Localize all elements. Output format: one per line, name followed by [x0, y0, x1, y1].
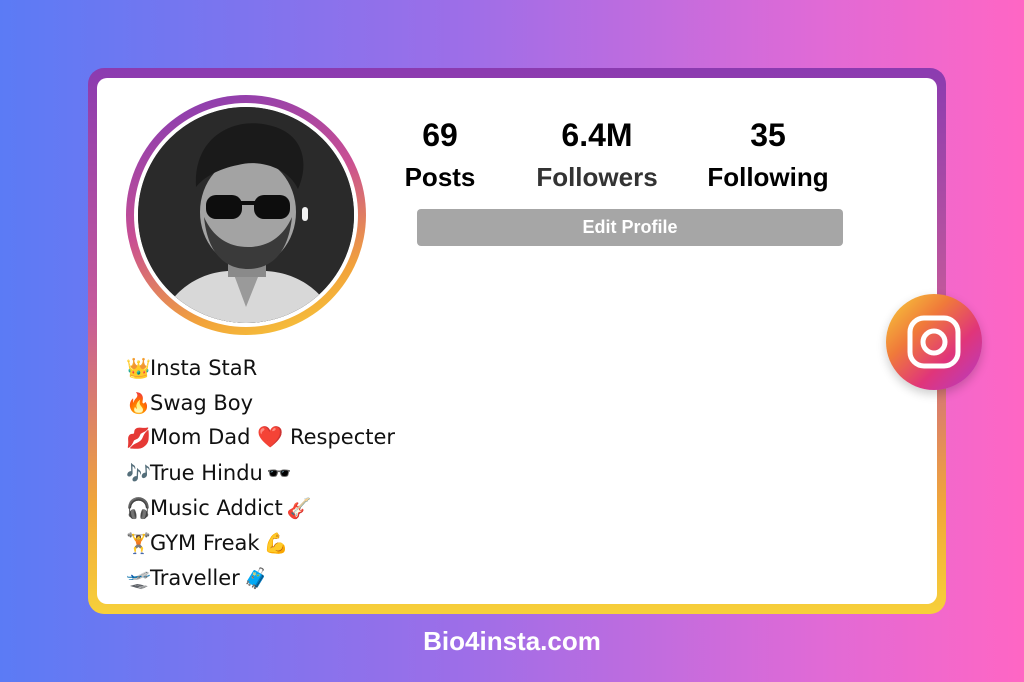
- following-stat[interactable]: 35 Following: [696, 117, 840, 193]
- guitar-icon: 🎸: [286, 495, 312, 520]
- airplane-icon: 🛫: [126, 565, 151, 590]
- lips-icon: 💋: [126, 425, 151, 450]
- site-footer: Bio4insta.com: [423, 626, 601, 656]
- followers-count: 6.4M: [561, 117, 633, 153]
- flexed-biceps-icon: 💪: [263, 530, 289, 555]
- bio-line: 👑 Insta StaR: [126, 350, 395, 385]
- avatar: [138, 107, 354, 323]
- weightlifter-icon: 🏋️: [126, 530, 151, 555]
- bio-line: 💋 Mom Dad ❤️ Respecter: [126, 420, 395, 455]
- luggage-icon: 🧳: [243, 565, 269, 590]
- music-notes-icon: 🎶: [126, 460, 151, 485]
- bio-text: GYM Freak: [150, 530, 260, 555]
- fire-icon: 🔥: [126, 390, 151, 415]
- instagram-icon: [907, 315, 961, 369]
- bio-text: True Hindu: [150, 460, 263, 485]
- avatar-story-ring[interactable]: [126, 95, 366, 335]
- followers-label: Followers: [536, 162, 658, 192]
- crown-icon: 👑: [126, 355, 151, 380]
- posts-stat[interactable]: 69 Posts: [390, 117, 490, 193]
- bio-line: 🏋️ GYM Freak 💪: [126, 525, 395, 560]
- sunglasses-icon: 🕶️: [266, 460, 292, 485]
- followers-stat[interactable]: 6.4M Followers: [522, 117, 672, 193]
- bio-text: Music Addict: [150, 495, 283, 520]
- bio-line: 🛫 Traveller 🧳: [126, 560, 395, 595]
- headphones-icon: 🎧: [126, 495, 151, 520]
- posts-label: Posts: [404, 162, 476, 192]
- bio-line: 🔥 Swag Boy: [126, 385, 395, 420]
- bio-text: Mom Dad ❤️ Respecter: [150, 425, 396, 449]
- bio-text: Swag Boy: [150, 390, 254, 415]
- edit-profile-button[interactable]: Edit Profile: [417, 209, 843, 246]
- following-label: Following: [707, 162, 829, 192]
- posts-count: 69: [422, 117, 458, 153]
- profile-photo: [138, 107, 354, 323]
- instagram-badge[interactable]: [886, 294, 982, 390]
- bio-line: 🎧 Music Addict 🎸: [126, 490, 395, 525]
- bio-text: Insta StaR: [150, 355, 258, 380]
- bio-line: 🎶 True Hindu 🕶️: [126, 455, 395, 490]
- following-count: 35: [750, 117, 786, 153]
- bio-text: Traveller: [150, 565, 240, 590]
- bio-list: 👑 Insta StaR 🔥 Swag Boy 💋 Mom Dad ❤️ Res…: [126, 350, 395, 595]
